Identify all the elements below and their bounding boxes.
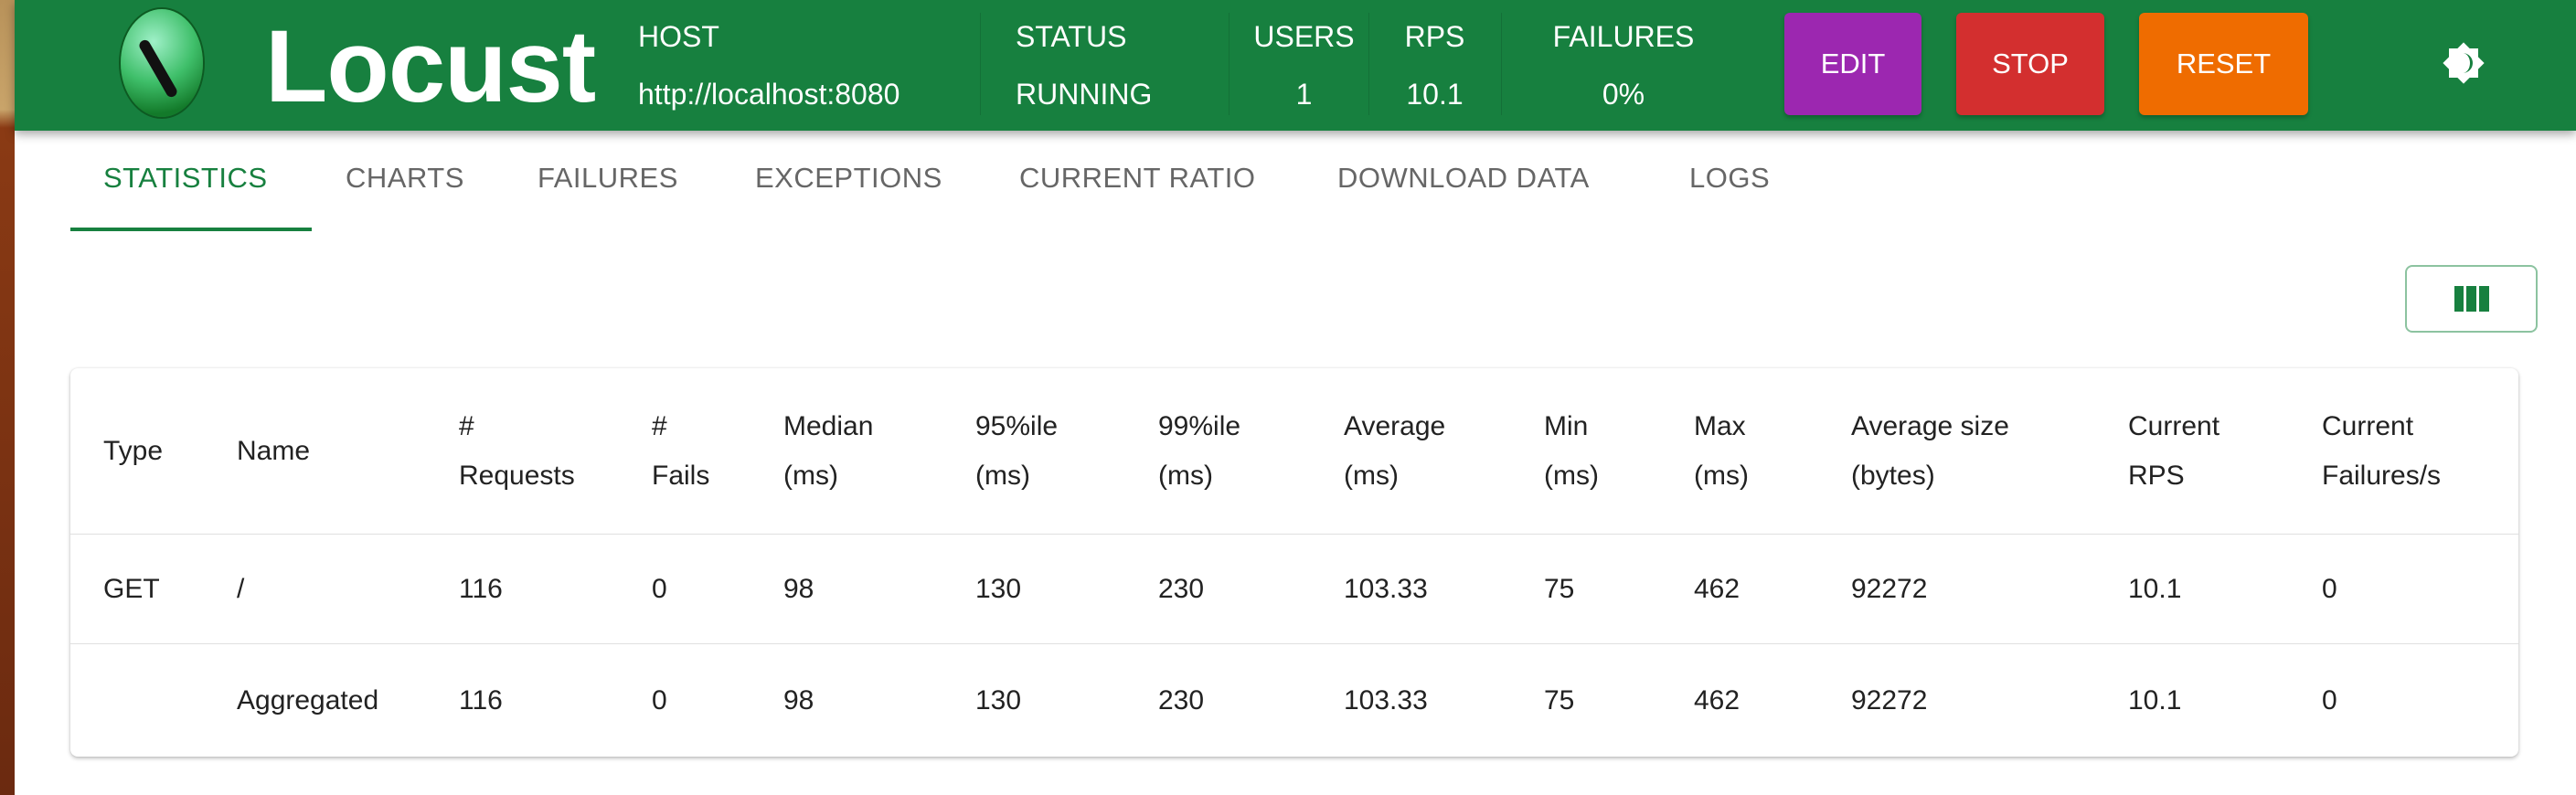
host-value: http://localhost:8080	[638, 78, 900, 111]
active-tab-indicator	[70, 228, 312, 231]
header-p95: 95%ile (ms)	[975, 410, 1059, 491]
desktop-background	[0, 0, 15, 795]
table-row: Aggregated 116 0 98 130 230 103.33 75 462 92272 10…	[70, 644, 2518, 757]
cell-max: 462	[1694, 684, 1740, 716]
cell-current-failures: 0	[2322, 684, 2337, 716]
tab-download-data[interactable]: DOWNLOAD DATA	[1337, 162, 1590, 195]
header-max: Max (ms)	[1694, 410, 1749, 491]
tab-charts[interactable]: CHARTS	[346, 162, 464, 195]
host-label: HOST	[638, 20, 719, 53]
failures-label: FAILURES	[1552, 20, 1695, 53]
header-current-rps: Current RPS	[2128, 410, 2220, 491]
status-stat: STATUS RUNNING	[1016, 0, 1152, 131]
table-header-row: Type Name # Requests # Fails Median (ms) 95%i…	[70, 368, 2518, 535]
app-header: Locust HOST http://localhost:8080 STATUS R…	[15, 0, 2576, 131]
cell-median: 98	[783, 573, 814, 604]
cell-requests: 116	[459, 684, 503, 716]
host-stat: HOST http://localhost:8080	[638, 0, 899, 131]
rps-stat: RPS 10.1	[1368, 0, 1501, 131]
header-fails: # Fails	[652, 410, 710, 491]
status-value: RUNNING	[1016, 78, 1153, 111]
users-label: USERS	[1253, 20, 1355, 53]
tab-bar: STATISTICS CHARTS FAILURES EXCEPTIONS CU…	[0, 131, 2576, 231]
header-average: Average (ms)	[1344, 410, 1446, 491]
cell-min: 75	[1544, 684, 1575, 716]
cell-type: GET	[103, 573, 160, 604]
cell-name: /	[237, 573, 245, 604]
edit-button[interactable]: EDIT	[1784, 13, 1921, 115]
locust-logo	[121, 9, 203, 117]
reset-button[interactable]: RESET	[2139, 13, 2308, 115]
cell-min: 75	[1544, 573, 1575, 604]
header-p99: 99%ile (ms)	[1158, 410, 1241, 491]
header-name: Name	[237, 435, 311, 466]
cell-average: 103.33	[1344, 684, 1428, 716]
header-requests: # Requests	[459, 410, 575, 491]
cell-avg-size: 92272	[1851, 573, 1928, 604]
users-stat: USERS 1	[1229, 0, 1379, 131]
divider	[980, 13, 981, 115]
cell-current-rps: 10.1	[2128, 573, 2182, 604]
brand-title: Locust	[265, 9, 596, 123]
tab-failures[interactable]: FAILURES	[538, 162, 678, 195]
cell-p95: 130	[975, 573, 1022, 604]
cell-average: 103.33	[1344, 573, 1428, 604]
header-min: Min (ms)	[1544, 410, 1599, 491]
cell-max: 462	[1694, 573, 1740, 604]
tab-exceptions[interactable]: EXCEPTIONS	[755, 162, 942, 195]
cell-p99: 230	[1158, 684, 1205, 716]
column-select-button[interactable]	[2405, 265, 2538, 333]
cell-current-rps: 10.1	[2128, 684, 2182, 716]
cell-fails: 0	[652, 573, 667, 604]
rps-value: 10.1	[1406, 78, 1464, 111]
header-median: Median (ms)	[783, 410, 874, 491]
failures-value: 0%	[1602, 78, 1645, 111]
cell-p99: 230	[1158, 573, 1205, 604]
cell-avg-size: 92272	[1851, 684, 1928, 716]
stop-button[interactable]: STOP	[1956, 13, 2104, 115]
cell-current-failures: 0	[2322, 573, 2337, 604]
users-value: 1	[1295, 78, 1313, 111]
view-column-icon	[2454, 286, 2489, 312]
tab-statistics[interactable]: STATISTICS	[103, 162, 268, 195]
failures-stat: FAILURES 0%	[1523, 0, 1724, 131]
cell-requests: 116	[459, 573, 503, 604]
cell-fails: 0	[652, 684, 667, 716]
tab-current-ratio[interactable]: CURRENT RATIO	[1019, 162, 1256, 195]
cell-median: 98	[783, 684, 814, 716]
status-label: STATUS	[1016, 20, 1127, 53]
tab-logs[interactable]: LOGS	[1689, 162, 1770, 195]
theme-toggle-icon[interactable]	[2443, 42, 2485, 84]
divider	[1501, 13, 1502, 115]
header-type: Type	[103, 435, 164, 466]
statistics-table: Type Name # Requests # Fails Median (ms) 95%i…	[70, 368, 2518, 757]
rps-label: RPS	[1404, 20, 1465, 53]
cell-p95: 130	[975, 684, 1022, 716]
table-row: GET / 116 0 98 130 230 103.33 75 462 92272 10.1 0	[70, 535, 2518, 644]
header-avg-size: Average size (bytes)	[1851, 410, 2009, 491]
header-current-failures: Current Failures/s	[2322, 410, 2442, 491]
cell-name: Aggregated	[237, 684, 379, 716]
